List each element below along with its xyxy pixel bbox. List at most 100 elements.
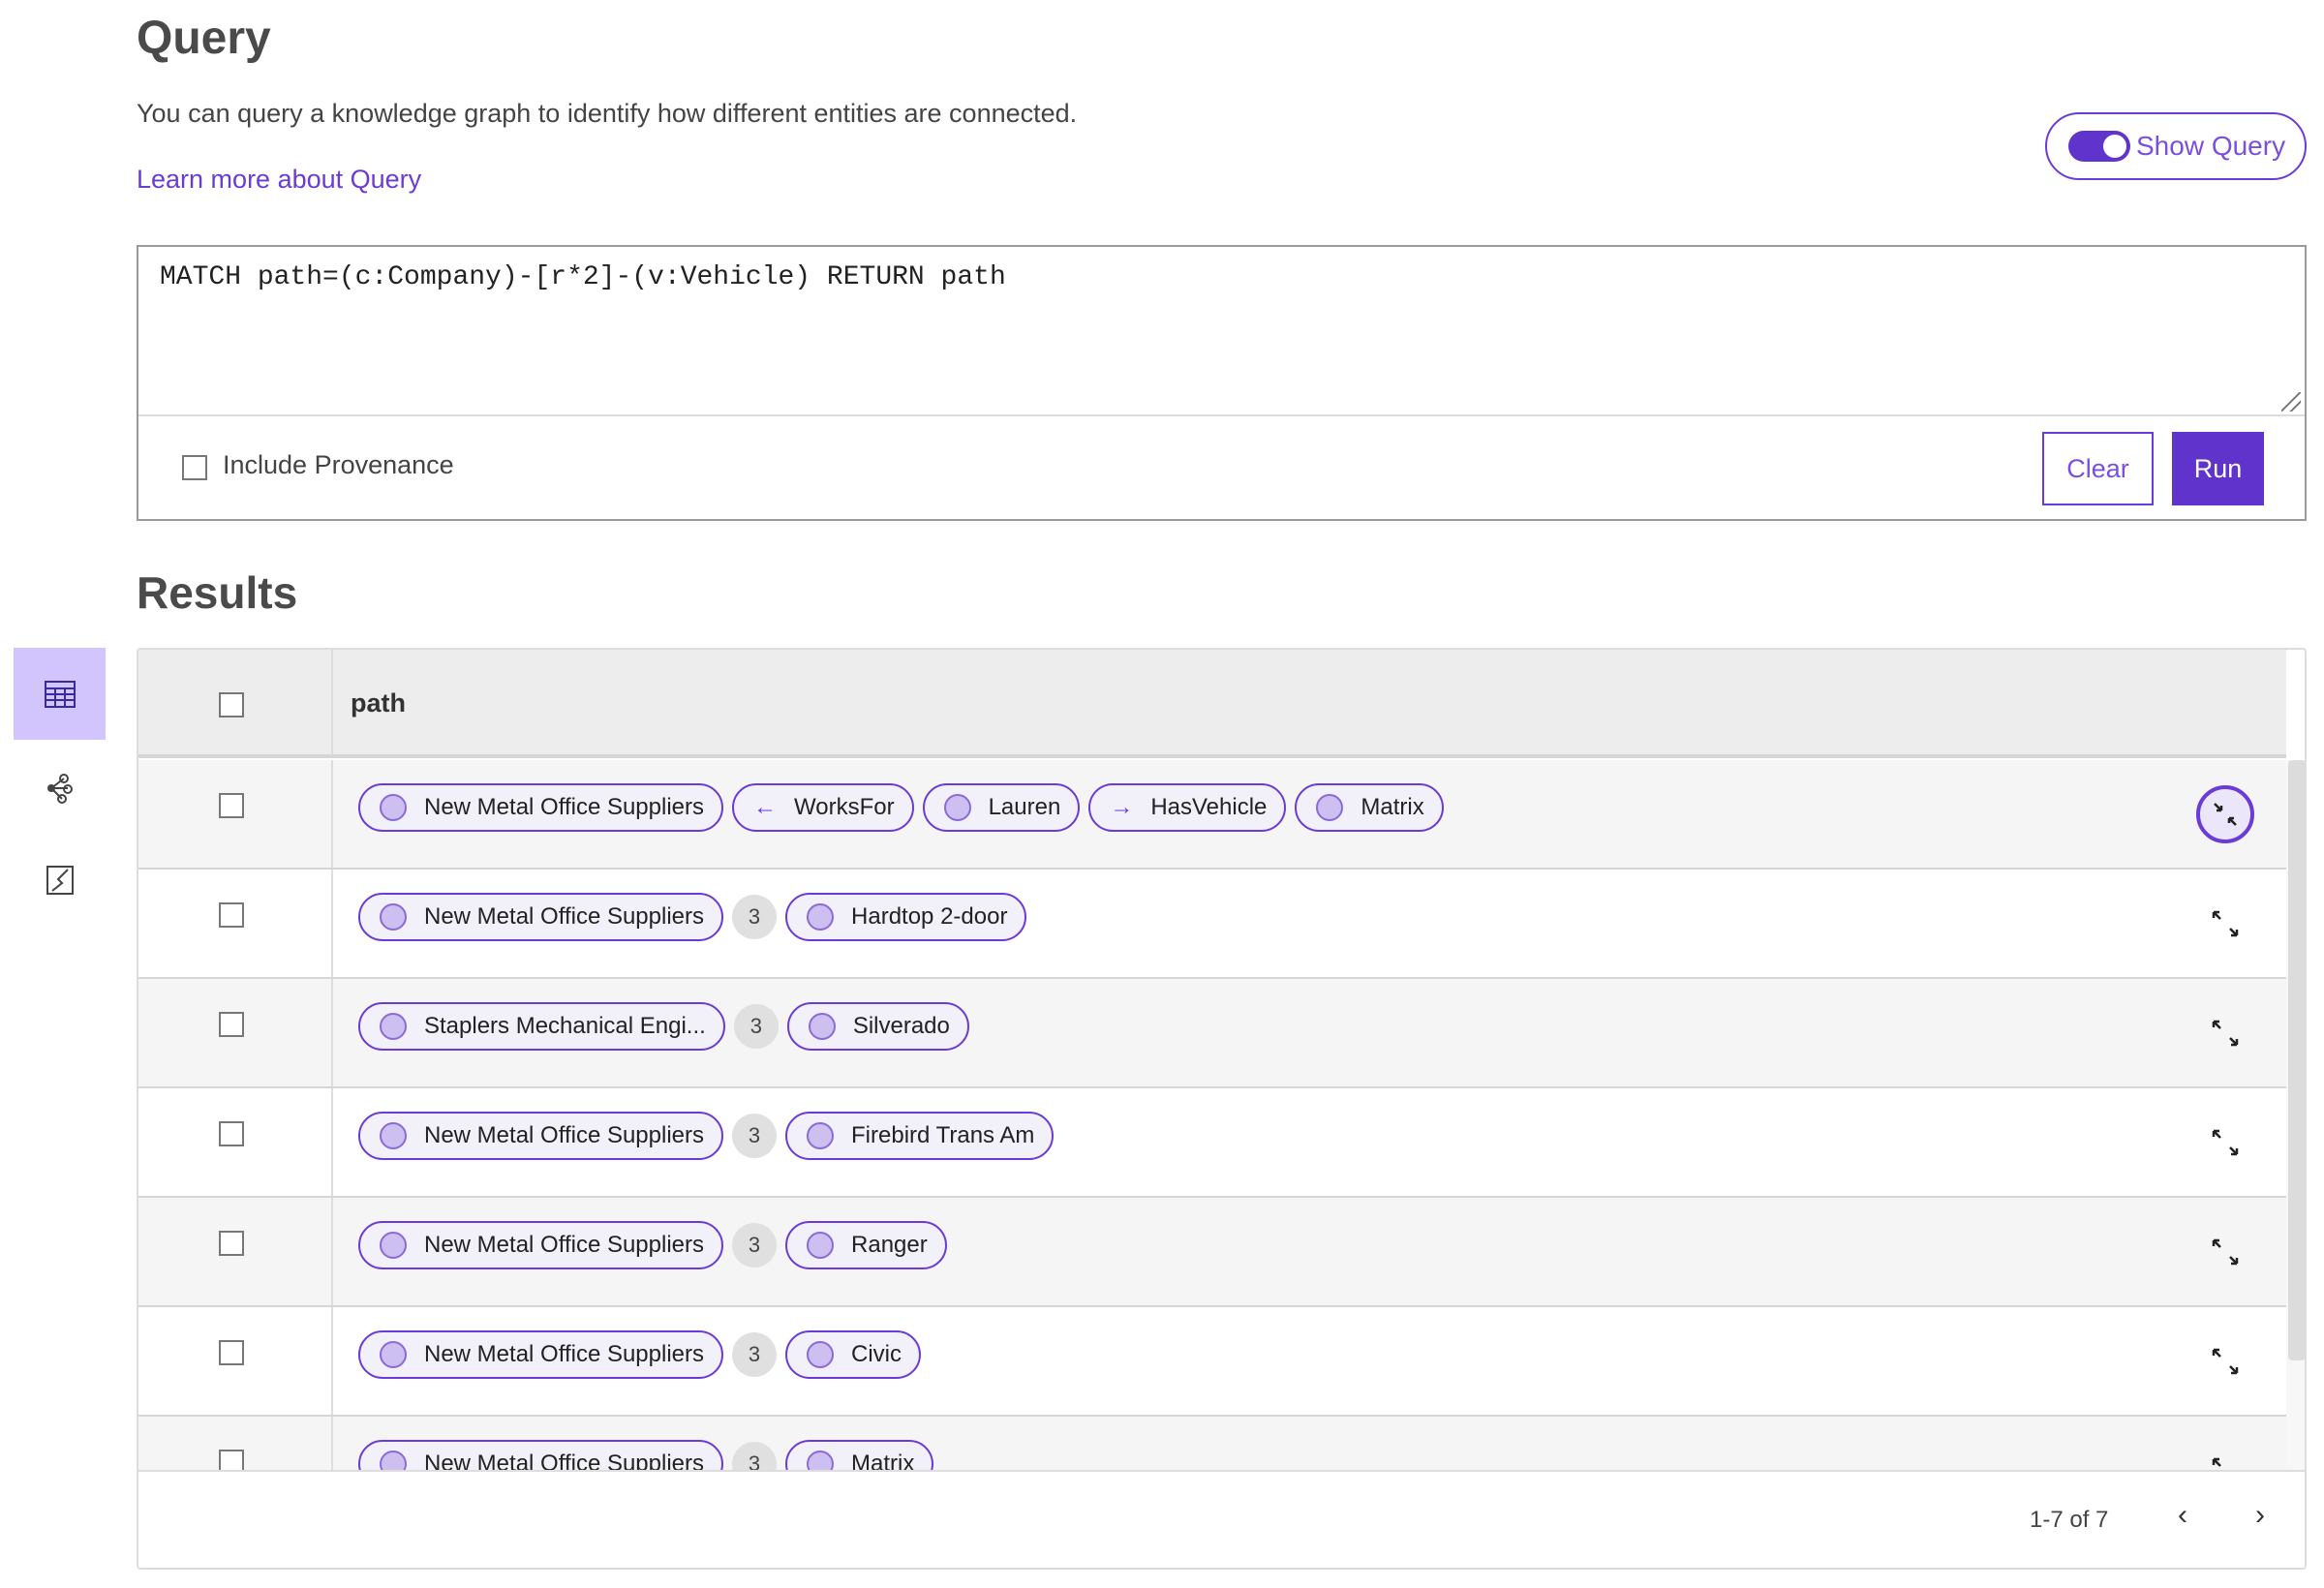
- relationship-chip[interactable]: ← WorksFor: [732, 783, 914, 832]
- path-chips: New Metal Office Suppliers 3 Firebird Tran…: [358, 1112, 1055, 1160]
- include-provenance-checkbox[interactable]: [182, 455, 207, 480]
- node-chip[interactable]: Civic: [785, 1330, 922, 1379]
- hop-count-badge[interactable]: 3: [732, 1223, 778, 1267]
- column-divider: [331, 1307, 333, 1415]
- node-icon: [380, 794, 407, 821]
- pagination-text: 1-7 of 7: [2030, 1507, 2109, 1533]
- column-divider: [331, 1088, 333, 1196]
- column-divider: [331, 1417, 333, 1470]
- path-chips: New Metal Office Suppliers 3 Ranger: [358, 1221, 947, 1269]
- show-query-toggle[interactable]: Show Query: [2045, 112, 2307, 180]
- table-row: New Metal Office Suppliers 3 Ranger: [138, 1198, 2286, 1307]
- node-chip[interactable]: New Metal Office Suppliers: [358, 893, 724, 941]
- sidebar-item-graph[interactable]: [14, 742, 106, 834]
- chip-label: Civic: [851, 1341, 902, 1367]
- query-text[interactable]: MATCH path=(c:Company)-[r*2]-(v:Vehicle)…: [160, 262, 1006, 292]
- node-chip[interactable]: New Metal Office Suppliers: [358, 1221, 724, 1269]
- arrow-left-icon: ←: [753, 794, 778, 820]
- run-button[interactable]: Run: [2172, 432, 2264, 505]
- table-header: path: [138, 650, 2286, 758]
- results-table: path New Metal Office Suppliers ← WorksFor…: [137, 648, 2307, 1570]
- hop-count-badge[interactable]: 3: [732, 1332, 778, 1377]
- path-chips: New Metal Office Suppliers 3 Civic: [358, 1330, 922, 1379]
- expand-icon[interactable]: [2196, 1004, 2254, 1062]
- expand-icon[interactable]: [2196, 895, 2254, 953]
- node-icon: [807, 1122, 835, 1149]
- node-chip[interactable]: Ranger: [785, 1221, 947, 1269]
- learn-more-link[interactable]: Learn more about Query: [137, 165, 421, 195]
- collapse-icon[interactable]: [2196, 785, 2254, 843]
- scrollbar[interactable]: [2286, 760, 2305, 1470]
- row-checkbox[interactable]: [219, 902, 244, 928]
- row-checkbox[interactable]: [219, 1231, 244, 1256]
- column-divider: [331, 650, 333, 754]
- node-icon: [807, 1451, 835, 1470]
- hop-count-badge[interactable]: 3: [733, 1004, 779, 1049]
- show-query-label: Show Query: [2136, 131, 2286, 161]
- node-icon: [1316, 794, 1344, 821]
- chip-label: New Metal Office Suppliers: [424, 903, 705, 930]
- node-chip[interactable]: New Metal Office Suppliers: [358, 1112, 724, 1160]
- hop-count-badge[interactable]: 3: [732, 895, 778, 939]
- node-icon: [808, 1013, 836, 1040]
- clear-button[interactable]: Clear: [2042, 432, 2154, 505]
- table-row: New Metal Office Suppliers 3 Matrix: [138, 1417, 2286, 1470]
- node-chip[interactable]: Firebird Trans Am: [785, 1112, 1055, 1160]
- chip-label: Silverado: [852, 1013, 950, 1039]
- chip-label: Matrix: [851, 1451, 915, 1470]
- node-chip[interactable]: New Metal Office Suppliers: [358, 1330, 724, 1379]
- toggle-switch-icon[interactable]: [2068, 131, 2130, 162]
- chip-label: WorksFor: [794, 794, 895, 820]
- node-chip[interactable]: Matrix: [785, 1440, 934, 1470]
- chip-label: HasVehicle: [1150, 794, 1268, 820]
- table-row: Staplers Mechanical Engi... 3 Silverado: [138, 979, 2286, 1088]
- node-chip[interactable]: New Metal Office Suppliers: [358, 1440, 724, 1470]
- chip-label: Firebird Trans Am: [851, 1122, 1035, 1148]
- row-checkbox[interactable]: [219, 1012, 244, 1037]
- expand-icon[interactable]: [2196, 1442, 2254, 1470]
- results-title: Results: [137, 567, 298, 618]
- chip-label: New Metal Office Suppliers: [424, 1341, 705, 1367]
- node-icon: [807, 903, 835, 931]
- node-chip[interactable]: Staplers Mechanical Engi...: [358, 1002, 725, 1051]
- hop-count-badge[interactable]: 3: [732, 1114, 778, 1158]
- chip-label: New Metal Office Suppliers: [424, 1232, 705, 1258]
- page-title: Query: [137, 13, 271, 64]
- node-chip[interactable]: Matrix: [1295, 783, 1444, 832]
- sidebar-item-table[interactable]: [14, 648, 106, 740]
- row-checkbox[interactable]: [219, 1450, 244, 1470]
- node-chip[interactable]: Lauren: [922, 783, 1081, 832]
- path-chips: Staplers Mechanical Engi... 3 Silverado: [358, 1002, 969, 1051]
- table-row: New Metal Office Suppliers 3 Hardtop 2-doo…: [138, 870, 2286, 979]
- scrollbar-thumb[interactable]: [2288, 760, 2305, 1360]
- column-divider: [331, 760, 333, 868]
- expand-icon[interactable]: [2196, 1332, 2254, 1390]
- column-divider: [331, 870, 333, 977]
- column-header-path[interactable]: path: [351, 688, 406, 718]
- expand-icon[interactable]: [2196, 1223, 2254, 1281]
- chip-label: New Metal Office Suppliers: [424, 1122, 705, 1148]
- node-icon: [807, 1341, 835, 1368]
- row-checkbox[interactable]: [219, 793, 244, 818]
- resize-handle-icon[interactable]: [2281, 392, 2301, 412]
- select-all-checkbox[interactable]: [219, 692, 244, 718]
- node-icon: [380, 1122, 407, 1149]
- column-divider: [331, 979, 333, 1086]
- chevron-left-icon[interactable]: ‹: [2178, 1499, 2187, 1532]
- relationship-chip[interactable]: → HasVehicle: [1088, 783, 1287, 832]
- node-icon: [807, 1232, 835, 1259]
- column-divider: [331, 1198, 333, 1305]
- row-checkbox[interactable]: [219, 1340, 244, 1365]
- node-chip[interactable]: New Metal Office Suppliers: [358, 783, 724, 832]
- expand-icon[interactable]: [2196, 1114, 2254, 1172]
- node-chip[interactable]: Hardtop 2-door: [785, 893, 1027, 941]
- chart-icon: [46, 865, 74, 895]
- node-icon: [380, 1341, 407, 1368]
- row-checkbox[interactable]: [219, 1121, 244, 1146]
- sidebar-item-chart[interactable]: [14, 834, 106, 926]
- hop-count-badge[interactable]: 3: [732, 1442, 778, 1470]
- table-body: New Metal Office Suppliers ← WorksFor Laure…: [138, 760, 2286, 1470]
- query-input[interactable]: MATCH path=(c:Company)-[r*2]-(v:Vehicle)…: [138, 247, 2305, 416]
- chevron-right-icon[interactable]: ›: [2255, 1499, 2265, 1532]
- node-chip[interactable]: Silverado: [786, 1002, 969, 1051]
